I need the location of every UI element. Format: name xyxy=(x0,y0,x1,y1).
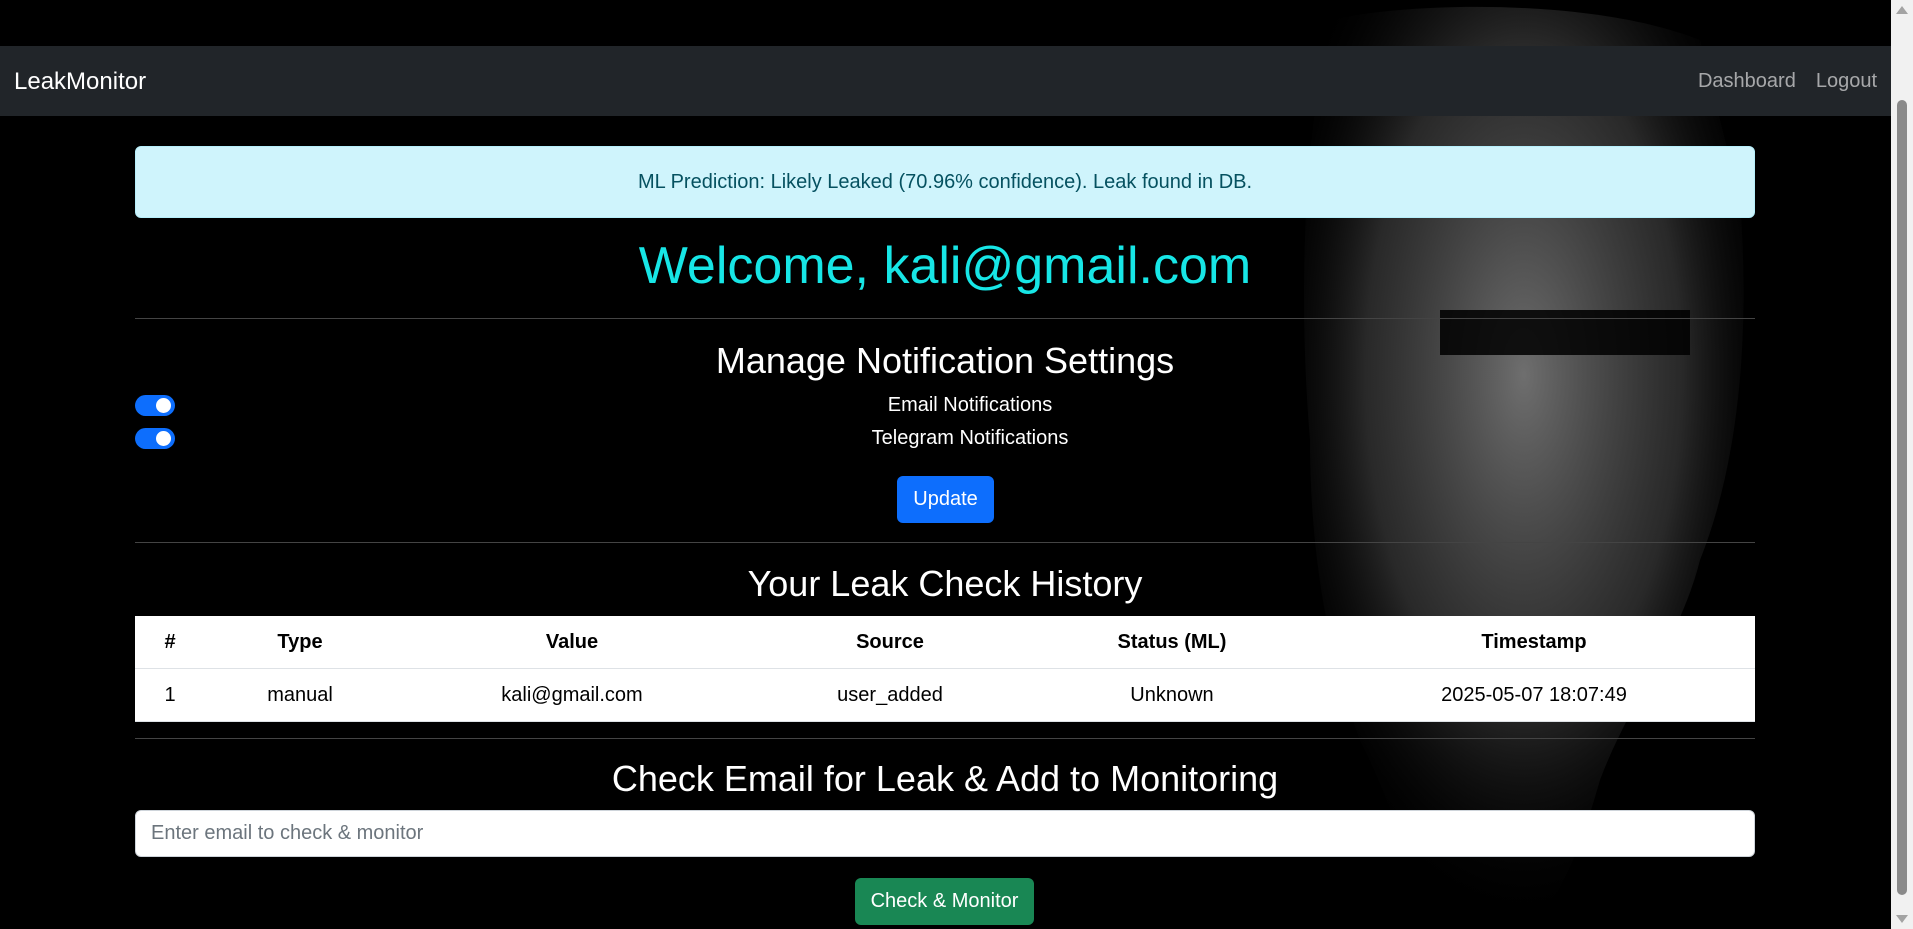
check-email-title: Check Email for Leak & Add to Monitoring xyxy=(611,758,1279,799)
navbar: LeakMonitor Dashboard Logout xyxy=(0,46,1891,116)
col-header-timestamp: Timestamp xyxy=(1313,616,1755,669)
notification-settings-title: Manage Notification Settings xyxy=(715,340,1175,381)
divider xyxy=(135,542,1755,543)
table-header-row: # Type Value Source Status (ML) Timestam… xyxy=(135,616,1755,669)
cell-value: kali@gmail.com xyxy=(395,668,749,722)
divider xyxy=(135,738,1755,739)
scroll-up-arrow-icon[interactable] xyxy=(1896,6,1908,14)
page: LeakMonitor Dashboard Logout ML Predicti… xyxy=(0,0,1891,927)
scroll-down-arrow-icon[interactable] xyxy=(1896,915,1908,923)
cell-timestamp: 2025-05-07 18:07:49 xyxy=(1313,668,1755,722)
brand-logo[interactable]: LeakMonitor xyxy=(14,68,146,96)
cell-source: user_added xyxy=(749,668,1031,722)
welcome-heading: Welcome, kali@gmail.com xyxy=(638,237,1252,295)
nav-links: Dashboard Logout xyxy=(1698,70,1877,93)
col-header-source: Source xyxy=(749,616,1031,669)
scroll-thumb[interactable] xyxy=(1897,100,1907,895)
update-button[interactable]: Update xyxy=(897,476,994,523)
ml-prediction-alert: ML Prediction: Likely Leaked (70.96% con… xyxy=(135,146,1755,218)
history-title: Your Leak Check History xyxy=(747,563,1143,604)
col-header-number: # xyxy=(135,616,205,669)
col-header-status: Status (ML) xyxy=(1031,616,1313,669)
nav-logout-link[interactable]: Logout xyxy=(1816,70,1877,93)
email-check-input[interactable] xyxy=(135,810,1755,857)
email-notifications-label: Email Notifications xyxy=(887,394,1053,416)
divider xyxy=(135,318,1755,319)
alert-message: ML Prediction: Likely Leaked (70.96% con… xyxy=(637,170,1253,193)
vertical-scrollbar[interactable] xyxy=(1891,0,1913,929)
history-table: # Type Value Source Status (ML) Timestam… xyxy=(135,616,1755,722)
check-monitor-button[interactable]: Check & Monitor xyxy=(855,878,1034,925)
col-header-value: Value xyxy=(395,616,749,669)
table-row: 1 manual kali@gmail.com user_added Unkno… xyxy=(135,668,1755,722)
col-header-type: Type xyxy=(205,616,395,669)
cell-status: Unknown xyxy=(1031,668,1313,722)
top-strip xyxy=(0,0,1891,46)
cell-type: manual xyxy=(205,668,395,722)
nav-dashboard-link[interactable]: Dashboard xyxy=(1698,70,1796,93)
telegram-notifications-label: Telegram Notifications xyxy=(871,427,1069,449)
cell-number: 1 xyxy=(135,668,205,722)
